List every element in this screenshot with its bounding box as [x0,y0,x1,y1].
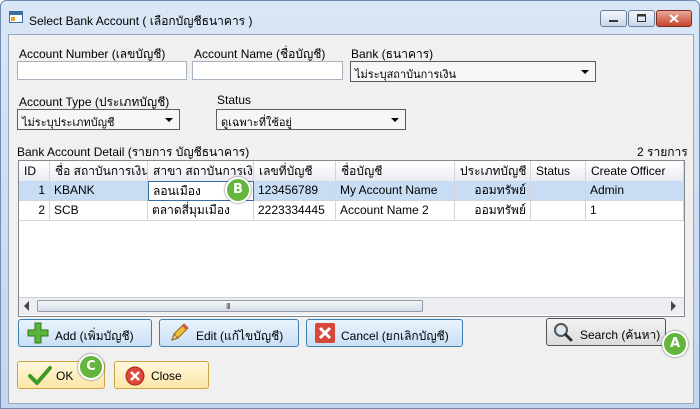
grid-header: ID ชื่อ สถาบันการเงิน สาขา สถาบันการเงิน… [19,161,684,182]
chevron-down-icon [581,70,589,74]
cell-account-type: ออมทรัพย์ [455,181,531,201]
bank-select-value: ไม่ระบุสถาบันการเงิน [355,69,457,81]
dialog-client-area: Account Number (เลขบัญชี) Account Name (… [8,34,694,404]
checkmark-icon [28,366,52,385]
column-header-id[interactable]: ID [19,161,50,181]
close-dialog-label: Close [151,369,182,383]
cell-account-name: My Account Name [336,181,455,201]
maximize-icon [637,14,646,22]
bank-select[interactable]: ไม่ระบุสถาบันการเงิน [350,61,596,82]
chevron-down-icon [391,118,399,122]
cell-account-type: ออมทรัพย์ [455,201,531,221]
ok-label: OK [56,369,74,383]
cell-status [531,181,586,201]
cell-branch: ตลาดสี่มุมเมือง [148,201,254,221]
add-account-button[interactable]: Add (เพิ่มบัญชี) [18,319,152,347]
pencil-icon [171,323,189,341]
add-account-label: Add (เพิ่มบัญชี) [55,329,134,343]
scrollbar-grip: III [226,302,231,311]
cell-account-name: Account Name 2 [336,201,455,221]
minimize-button[interactable] [600,10,627,27]
cell-status [531,201,586,221]
table-row[interactable]: 1 KBANK ลอนเมือง 123456789 My Account Na… [19,181,684,201]
cell-bank: SCB [50,201,148,221]
horizontal-scrollbar[interactable]: III [19,297,684,315]
column-header-status[interactable]: Status [531,161,586,181]
search-label: Search (ค้นหา) [580,328,661,342]
callout-marker-a: A [662,331,688,357]
scroll-right-arrow-icon[interactable] [671,301,676,311]
column-header-bank[interactable]: ชื่อ สถาบันการเงิน [50,161,148,181]
edit-account-label: Edit (แก้ไขบัญชี) [196,329,284,343]
cell-account-number: 2223334445 [254,201,336,221]
scrollbar-thumb[interactable]: III [37,300,423,312]
cancel-account-label: Cancel (ยกเลิกบัญชี) [341,329,449,343]
window-close-button[interactable] [656,10,692,27]
select-bank-account-window: Select Bank Account ( เลือกบัญชีธนาคาร )… [0,0,700,409]
column-header-create-officer[interactable]: Create Officer [586,161,684,181]
account-type-select-value: ไม่ระบุประเภทบัญชี [22,117,115,129]
chevron-down-icon [165,118,173,122]
magnifier-icon [554,323,573,342]
cell-create-officer: Admin [586,181,684,201]
bank-account-grid[interactable]: ID ชื่อ สถาบันการเงิน สาขา สถาบันการเงิน… [18,160,685,317]
edit-account-button[interactable]: Edit (แก้ไขบัญชี) [159,319,299,347]
table-row[interactable]: 2 SCB ตลาดสี่มุมเมือง 2223334445 Account… [19,201,684,221]
search-button[interactable]: Search (ค้นหา) [546,318,666,346]
close-dialog-button[interactable]: Close [114,361,209,389]
status-select[interactable]: ดูเฉพาะที่ใช้อยู่ [216,109,406,130]
column-header-account-number[interactable]: เลขที่บัญชี [254,161,336,181]
cell-id: 1 [19,181,50,201]
cell-bank: KBANK [50,181,148,201]
cell-create-officer: 1 [586,201,684,221]
maximize-button[interactable] [628,10,655,27]
cancel-account-button[interactable]: Cancel (ยกเลิกบัญชี) [306,319,463,347]
plus-icon [27,322,49,344]
account-type-select[interactable]: ไม่ระบุประเภทบัญชี [17,109,180,130]
column-header-account-name[interactable]: ชื่อบัญชี [336,161,455,181]
column-header-account-type[interactable]: ประเภทบัญชี [455,161,531,181]
callout-marker-c: C [78,354,104,380]
account-number-input[interactable] [17,61,187,80]
status-select-value: ดูเฉพาะที่ใช้อยู่ [221,117,292,129]
account-name-input[interactable] [192,61,343,80]
cell-id: 2 [19,201,50,221]
callout-marker-b: B [225,177,251,203]
title-bar[interactable]: Select Bank Account ( เลือกบัญชีธนาคาร ) [1,1,699,35]
x-mark-icon [315,323,335,343]
scroll-left-arrow-icon[interactable] [24,301,29,311]
cell-account-number: 123456789 [254,181,336,201]
app-window-icon [9,11,23,23]
status-label: Status [217,93,252,107]
window-title: Select Bank Account ( เลือกบัญชีธนาคาร ) [29,14,253,28]
close-icon [669,14,679,23]
minimize-icon [609,20,618,22]
cancel-circle-icon [125,366,145,386]
